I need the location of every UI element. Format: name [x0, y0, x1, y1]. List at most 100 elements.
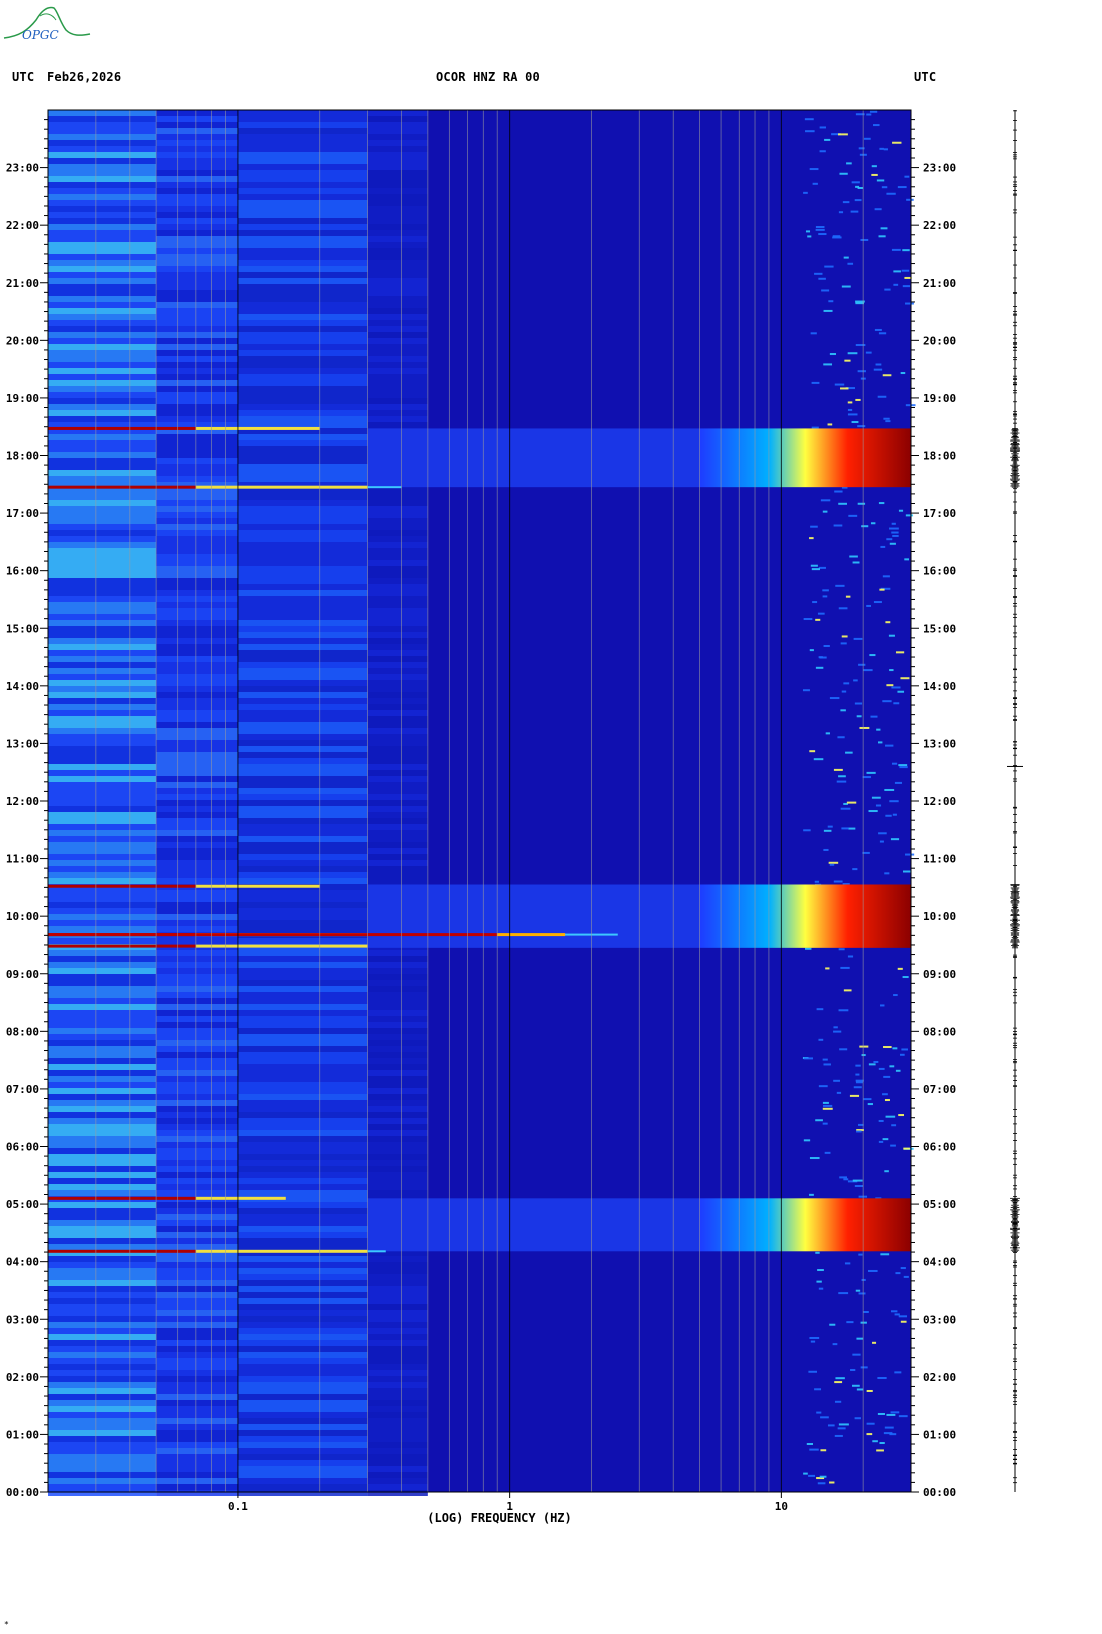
noise-strip: [237, 890, 368, 896]
noise-strip: [367, 374, 428, 380]
seismic-trace: [1007, 110, 1023, 1492]
noise-strip: [367, 1442, 428, 1448]
noise-strip: [48, 332, 157, 338]
noise-strip: [48, 854, 157, 860]
noise-strip: [237, 302, 368, 308]
noise-speckle: [840, 966, 850, 969]
noise-strip: [48, 1430, 157, 1436]
noise-strip: [237, 596, 368, 602]
noise-speckle: [833, 880, 843, 883]
noise-strip: [367, 170, 428, 176]
noise-strip: [48, 860, 157, 866]
noise-strip: [237, 800, 368, 806]
noise-speckle: [833, 768, 843, 771]
noise-speckle: [817, 612, 825, 615]
noise-speckle: [844, 1262, 851, 1265]
noise-speckle: [878, 1140, 884, 1143]
noise-speckle: [812, 601, 818, 604]
noise-strip: [237, 632, 368, 638]
noise-strip: [367, 524, 428, 530]
noise-strip: [237, 818, 368, 824]
noise-strip: [237, 1376, 368, 1382]
noise-strip: [48, 302, 157, 308]
noise-strip: [237, 1136, 368, 1142]
noise-strip: [367, 1448, 428, 1454]
y-tick-label-left: 12:00: [6, 795, 39, 808]
noise-strip: [48, 1016, 157, 1022]
noise-speckle: [819, 656, 827, 659]
noise-speckle: [879, 147, 884, 150]
noise-speckle: [854, 199, 862, 202]
noise-strip: [237, 1412, 368, 1418]
noise-speckle: [815, 618, 821, 621]
noise-speckle: [824, 138, 831, 141]
noise-speckle: [810, 564, 818, 567]
noise-strip: [48, 1064, 157, 1070]
noise-strip: [367, 1022, 428, 1028]
noise-strip: [237, 662, 368, 668]
noise-speckle: [809, 1193, 814, 1196]
noise-speckle: [834, 1400, 842, 1403]
noise-speckle: [832, 1343, 838, 1346]
noise-speckle: [809, 750, 816, 753]
noise-strip: [367, 200, 428, 206]
noise-strip: [48, 596, 157, 602]
noise-strip: [367, 692, 428, 698]
noise-strip: [237, 980, 368, 986]
noise-strip: [237, 764, 368, 770]
noise-strip: [48, 1298, 157, 1304]
noise-strip: [367, 1280, 428, 1286]
noise-speckle: [843, 682, 850, 685]
noise-speckle: [858, 663, 866, 666]
noise-speckle: [854, 1185, 864, 1188]
noise-strip: [237, 854, 368, 860]
noise-speckle: [898, 509, 904, 512]
noise-strip: [237, 392, 368, 398]
noise-strip: [237, 542, 368, 548]
noise-strip: [367, 224, 428, 230]
noise-speckle: [903, 1275, 909, 1278]
noise-strip: [367, 1376, 428, 1382]
noise-strip: [48, 218, 157, 224]
y-tick-label-left: 10:00: [6, 910, 39, 923]
noise-speckle: [822, 589, 829, 592]
noise-speckle: [807, 235, 812, 238]
noise-speckle: [873, 124, 880, 127]
noise-speckle: [843, 989, 852, 992]
noise-strip: [48, 404, 157, 410]
noise-strip: [367, 728, 428, 734]
noise-strip: [237, 1046, 368, 1052]
noise-strip: [367, 338, 428, 344]
noise-strip: [237, 416, 368, 422]
noise-speckle: [805, 947, 812, 950]
noise-strip: [367, 776, 428, 782]
noise-speckle: [847, 401, 853, 404]
y-tick-label-right: 11:00: [923, 853, 956, 866]
noise-strip: [237, 1202, 368, 1208]
noise-strip: [367, 674, 428, 680]
noise-speckle: [822, 1101, 829, 1104]
noise-strip: [48, 500, 157, 506]
noise-strip: [237, 242, 368, 248]
noise-strip: [367, 176, 428, 182]
noise-strip: [367, 1466, 428, 1472]
noise-strip: [367, 788, 428, 794]
noise-speckle: [861, 1278, 866, 1281]
noise-strip: [48, 1454, 157, 1460]
y-tick-label-right: 16:00: [923, 565, 956, 578]
noise-strip: [237, 794, 368, 800]
noise-strip: [367, 746, 428, 752]
noise-strip: [367, 1418, 428, 1424]
noise-strip: [48, 1208, 157, 1214]
noise-strip: [48, 1124, 157, 1130]
noise-strip: [48, 1412, 157, 1418]
noise-strip: [367, 1118, 428, 1124]
noise-speckle: [860, 238, 869, 241]
noise-strip: [48, 938, 157, 944]
noise-speckle: [894, 1371, 902, 1374]
noise-speckle: [895, 651, 905, 654]
noise-strip: [237, 440, 368, 446]
noise-strip: [367, 860, 428, 866]
noise-speckle: [866, 1433, 873, 1436]
noise-strip: [367, 380, 428, 386]
